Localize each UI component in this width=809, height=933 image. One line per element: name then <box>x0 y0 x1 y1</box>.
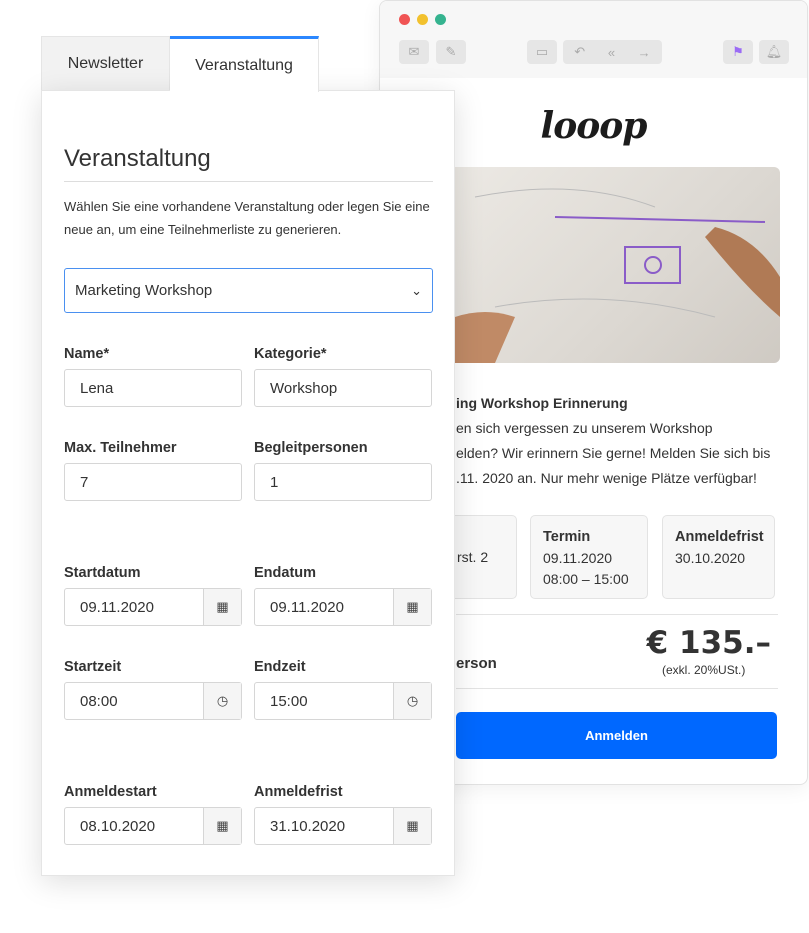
card-title: Termin <box>543 529 591 545</box>
startzeit-value: 08:00 <box>80 692 118 710</box>
endzeit-value: 15:00 <box>270 692 308 710</box>
event-select[interactable]: Marketing Workshop ⌄ <box>64 268 433 313</box>
email-body-line: elden? Wir erinnern Sie gerne! Melden Si… <box>456 445 771 461</box>
max-teilnehmer-label: Max. Teilnehmer <box>64 440 177 456</box>
endzeit-label: Endzeit <box>254 659 306 675</box>
info-card-anmeldefrist: Anmeldefrist 30.10.2020 <box>662 515 775 599</box>
form-description: Wählen Sie eine vorhandene Veranstaltung… <box>64 199 430 237</box>
anmeldestart-input[interactable]: 08.10.2020 ▦ <box>64 807 242 845</box>
envelope-icon[interactable]: ✉ <box>399 40 429 64</box>
anmeldefrist-input[interactable]: 31.10.2020 ▦ <box>254 807 432 845</box>
kategorie-input[interactable]: Workshop <box>254 369 432 407</box>
card-line: rst. 2 <box>457 549 489 565</box>
whiteboard-illustration <box>455 188 780 363</box>
calendar-icon[interactable]: ▦ <box>203 589 241 625</box>
name-label: Name* <box>64 346 110 362</box>
anmeldefrist-value: 31.10.2020 <box>270 817 346 835</box>
email-heading: ing Workshop Erinnerung <box>456 395 628 411</box>
calendar-icon[interactable]: ▦ <box>393 589 431 625</box>
maximize-dot[interactable] <box>435 14 446 25</box>
email-body-line: .11. 2020 an. Nur mehr wenige Plätze ver… <box>456 470 757 486</box>
price-note: (exkl. 20%USt.) <box>662 663 746 677</box>
info-card-termin: Termin 09.11.2020 08:00 – 15:00 <box>530 515 648 599</box>
startzeit-label: Startzeit <box>64 659 122 675</box>
flag-icon[interactable]: ⚑ <box>723 40 753 64</box>
page-title: Veranstaltung <box>64 145 211 172</box>
divider <box>456 688 778 689</box>
calendar-icon[interactable]: ▦ <box>393 808 431 844</box>
begleitpersonen-input[interactable]: 1 <box>254 463 432 501</box>
anmeldestart-value: 08.10.2020 <box>80 817 156 835</box>
price-label: erson <box>456 655 497 672</box>
card-line: 09.11.2020 <box>543 550 613 566</box>
divider <box>64 181 433 182</box>
price: € 135.– <box>646 625 771 661</box>
startdatum-label: Startdatum <box>64 565 141 581</box>
close-dot[interactable] <box>399 14 410 25</box>
max-teilnehmer-input[interactable]: 7 <box>64 463 242 501</box>
name-value: Lena <box>80 379 114 397</box>
reply-all-icon[interactable]: « <box>608 45 615 60</box>
kategorie-label: Kategorie* <box>254 346 327 362</box>
divider <box>456 614 778 615</box>
endatum-input[interactable]: 09.11.2020 ▦ <box>254 588 432 626</box>
clock-icon[interactable]: ◷ <box>393 683 431 719</box>
endzeit-input[interactable]: 15:00 ◷ <box>254 682 432 720</box>
event-select-value: Marketing Workshop <box>75 282 213 299</box>
card-line: 30.10.2020 <box>675 550 746 566</box>
kategorie-value: Workshop <box>270 379 338 397</box>
archive-icon[interactable]: ▭ <box>527 40 557 64</box>
compose-icon[interactable]: ✎ <box>436 40 466 64</box>
card-line: 08:00 – 15:00 <box>543 571 629 587</box>
reply-icon[interactable]: ↶ <box>574 44 585 60</box>
reply-actions: ↶ « → <box>563 40 662 64</box>
name-input[interactable]: Lena <box>64 369 242 407</box>
endatum-label: Endatum <box>254 565 317 581</box>
max-teilnehmer-value: 7 <box>80 473 89 491</box>
calendar-icon[interactable]: ▦ <box>203 808 241 844</box>
tab-veranstaltung[interactable]: Veranstaltung <box>170 36 319 92</box>
email-body-line: en sich vergessen zu unserem Workshop <box>456 420 713 436</box>
startdatum-input[interactable]: 09.11.2020 ▦ <box>64 588 242 626</box>
begleitpersonen-label: Begleitpersonen <box>254 440 368 456</box>
startdatum-value: 09.11.2020 <box>80 598 154 616</box>
anmeldefrist-label: Anmeldefrist <box>254 784 343 800</box>
anmeldestart-label: Anmeldestart <box>64 784 157 800</box>
minimize-dot[interactable] <box>417 14 428 25</box>
tab-newsletter[interactable]: Newsletter <box>41 36 170 91</box>
forward-icon[interactable]: → <box>638 45 651 60</box>
bell-icon[interactable]: 🔔︎ <box>759 40 789 64</box>
register-button[interactable]: Anmelden <box>456 712 777 759</box>
startzeit-input[interactable]: 08:00 ◷ <box>64 682 242 720</box>
endatum-value: 09.11.2020 <box>270 598 344 616</box>
event-form-panel: Veranstaltung Wählen Sie eine vorhandene… <box>41 90 455 876</box>
card-title: Anmeldefrist <box>675 529 764 545</box>
clock-icon[interactable]: ◷ <box>203 683 241 719</box>
chevron-down-icon: ⌄ <box>411 282 422 298</box>
hero-image <box>455 167 780 363</box>
begleitpersonen-value: 1 <box>270 473 279 491</box>
email-toolbar: ✉ ✎ ▭ ↶ « → ⚑ 🔔︎ <box>380 1 807 78</box>
